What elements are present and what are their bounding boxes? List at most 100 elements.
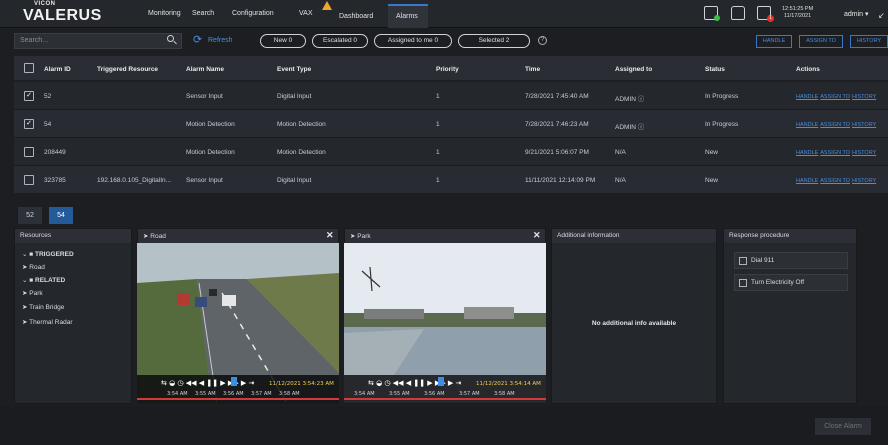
row-checkbox[interactable] [24,147,34,157]
col-triggered-resource[interactable]: Triggered Resource [97,66,158,73]
folder-icon: ■ [29,277,34,284]
col-priority[interactable]: Priority [436,66,459,73]
search-input[interactable]: Search... [14,33,182,49]
nav-alarms[interactable]: Alarms [396,13,418,20]
cell-time: 7/28/2021 7:45:40 AM [525,93,589,100]
video-park-feed[interactable]: ⇆ ◒ ◷ ◀◀ ◀ ❚❚ ▶ ▶▶ ▶ ⇥ 11/12/2021 3:54:1… [344,243,546,403]
cell-status: In Progress [705,93,739,100]
tree-item-thermal-radar[interactable]: ➤ Thermal Radar [22,318,73,326]
table-row[interactable] [14,82,888,110]
filter-assigned-to-me[interactable]: Assigned to me 0 [374,34,452,48]
help-icon[interactable]: ? [538,36,547,45]
timeline-tick: 3:56 AM [223,391,244,397]
col-status[interactable]: Status [705,66,725,73]
col-assigned-to[interactable]: Assigned to [615,66,652,73]
video-title: Road [150,233,166,240]
table-row[interactable] [14,138,888,166]
tree-item-related[interactable]: ⌄ ■ RELATED [22,276,65,284]
camera-icon: ➤ [22,264,28,271]
no-info-message: No additional info available [591,320,677,327]
row-checkbox[interactable]: ✓ [24,91,34,101]
alarm-tab-52[interactable]: 52 [18,207,42,224]
warning-icon [322,1,332,10]
filter-selected[interactable]: Selected 2 [458,34,530,48]
collapse-icon[interactable]: ↙ [878,11,885,20]
cell-time: 9/21/2021 5:06:07 PM [525,149,589,156]
col-alarm-name[interactable]: Alarm Name [186,66,224,73]
nav-dashboard[interactable]: Dashboard [339,13,373,20]
col-event-type[interactable]: Event Type [277,66,311,73]
video-title: Park [357,233,371,240]
clock-time: 12:51:25 PM [782,6,814,12]
tree-item-road[interactable]: ➤ Road [22,263,45,271]
nav-configuration[interactable]: Configuration [232,10,274,17]
col-alarm-id[interactable]: Alarm ID [44,66,71,73]
cell-alarm-id: 208449 [44,149,66,156]
assign-to-button[interactable]: ASSIGN TO [799,35,843,48]
response-item-turn-electricity-off[interactable]: Turn Electricity Off [734,274,848,291]
response-item-dial-911[interactable]: Dial 911 [734,252,848,269]
cell-assigned: N/A [615,177,626,184]
cell-alarm-id: 323785 [44,177,66,184]
handle-button[interactable]: HANDLE [756,35,792,48]
row-checkbox[interactable] [24,175,34,185]
additional-info-title: Additional information [552,229,716,243]
tree-item-park[interactable]: ➤ Park [22,289,43,297]
close-icon[interactable]: ✕ [326,230,334,241]
user-menu[interactable]: admin ▾ [844,10,869,18]
table-row[interactable] [14,110,888,138]
video-road-feed[interactable]: ⇆ ◒ ◷ ◀◀ ◀ ❚❚ ▶ ▶▶ ▶ ⇥ 11/12/2021 3:54:2… [137,243,339,403]
export-icon[interactable] [731,6,745,20]
refresh-icon[interactable]: ⟳ [193,35,202,46]
action-handle[interactable]: HANDLE [796,178,818,184]
action-history[interactable]: HISTORY [852,122,876,128]
action-history[interactable]: HISTORY [852,150,876,156]
cell-resource: 192.168.0.105_DigitalIn... [97,177,172,184]
cell-assigned: ADMIN ⓘ [615,96,645,103]
search-icon[interactable] [167,35,174,42]
filter-escalated[interactable]: Escalated 0 [312,34,368,48]
cell-event-type: Motion Detection [277,121,326,128]
alarm-tab-54[interactable]: 54 [49,207,73,224]
action-assign-to[interactable]: ASSIGN TO [820,94,850,100]
action-assign-to[interactable]: ASSIGN TO [820,178,850,184]
action-history[interactable]: HISTORY [852,178,876,184]
timeline-tick: 3:57 AM [251,391,272,397]
cell-alarm-name: Motion Detection [186,121,235,128]
response-checkbox[interactable] [739,279,747,287]
select-all-checkbox[interactable] [24,63,34,73]
nav-vax[interactable]: VAX [299,10,313,17]
response-checkbox[interactable] [739,257,747,265]
row-checkbox[interactable]: ✓ [24,119,34,129]
action-handle[interactable]: HANDLE [796,150,818,156]
cell-priority: 1 [436,121,440,128]
filter-new[interactable]: New 0 [260,34,306,48]
action-assign-to[interactable]: ASSIGN TO [820,122,850,128]
history-button[interactable]: HISTORY [850,35,888,48]
timeline-tick: 3:54 AM [167,391,188,397]
cell-alarm-name: Motion Detection [186,149,235,156]
top-bar [0,0,888,28]
action-handle[interactable]: HANDLE [796,94,818,100]
tree-item-triggered[interactable]: ⌄ ■ TRIGGERED [22,250,74,258]
svg-text:⇆ ◒ ◷ ◀◀ ◀ ❚❚ ▶ ▶▶ ▶ ⇥: ⇆ ◒ ◷ ◀◀ ◀ ❚❚ ▶ ▶▶ ▶ ⇥ [368,379,462,387]
row-actions: HANDLE ASSIGN TO HISTORY [796,93,876,100]
refresh-button[interactable]: Refresh [208,37,233,44]
row-actions: HANDLE ASSIGN TO HISTORY [796,149,876,156]
col-time[interactable]: Time [525,66,540,73]
action-handle[interactable]: HANDLE [796,122,818,128]
clock-date: 11/17/2021 [784,13,812,19]
nav-monitoring[interactable]: Monitoring [148,10,181,17]
close-alarm-button[interactable]: Close Alarm [815,418,871,435]
video-timestamp: 11/12/2021 3:54:23 AM [269,381,334,387]
tree-item-train-bridge[interactable]: ➤ Train Bridge [22,303,64,311]
action-assign-to[interactable]: ASSIGN TO [820,150,850,156]
close-icon[interactable]: ✕ [533,230,541,241]
cell-event-type: Digital Input [277,93,312,100]
action-history[interactable]: HISTORY [852,94,876,100]
cell-assigned: ADMIN ⓘ [615,124,645,131]
video-title-bar: ➤ Park [345,229,545,243]
response-title: Response procedure [724,229,856,243]
camera-icon: ➤ [350,233,356,240]
nav-search[interactable]: Search [192,10,214,17]
